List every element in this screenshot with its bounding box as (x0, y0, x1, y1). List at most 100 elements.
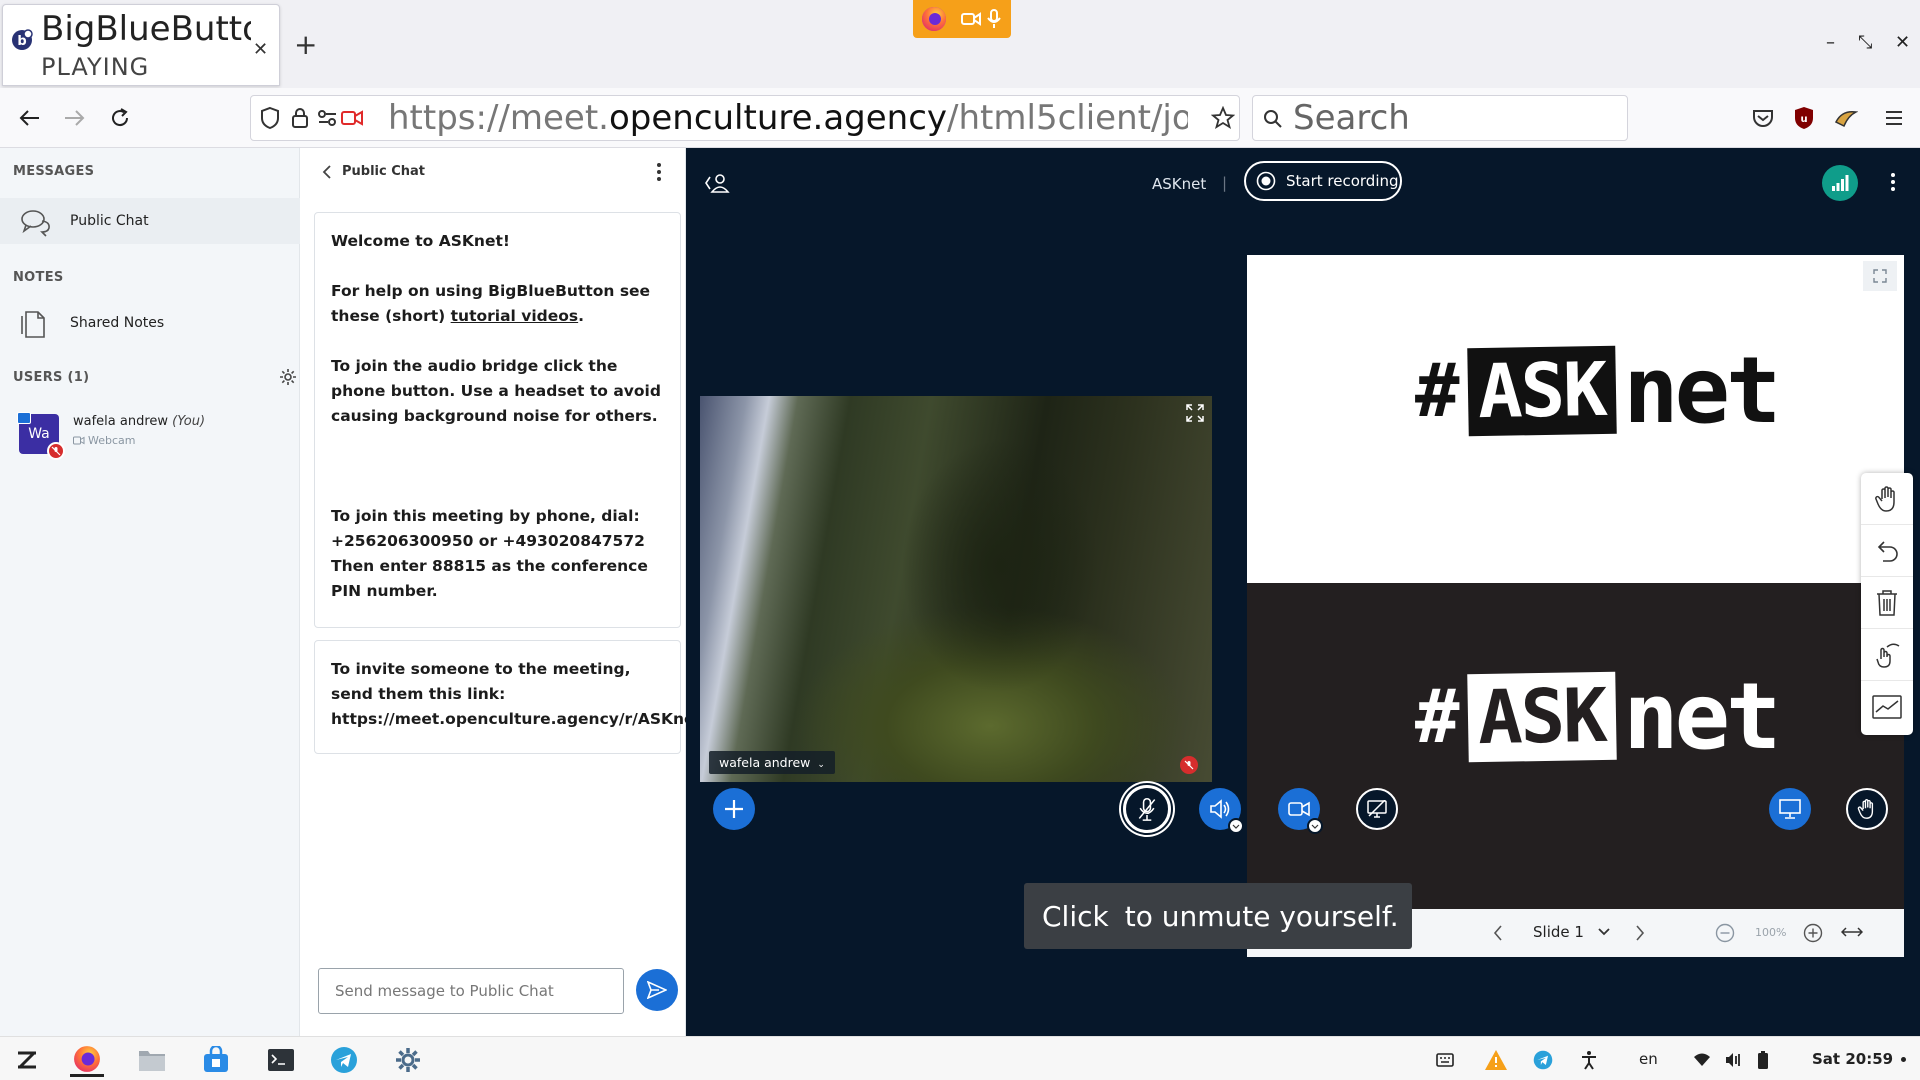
zorin-menu-icon[interactable] (10, 1043, 44, 1077)
next-slide-icon[interactable] (1635, 925, 1645, 941)
tutorial-videos-link[interactable]: tutorial videos (451, 307, 579, 325)
reload-icon[interactable] (108, 106, 132, 130)
options-kebab-icon[interactable] (1890, 172, 1896, 192)
header-separator: | (1222, 174, 1228, 192)
slide-fullscreen-icon[interactable] (1863, 261, 1897, 291)
media-sharing-indicator[interactable] (913, 0, 1011, 38)
restore-window-icon[interactable]: ⤡ (1858, 32, 1872, 53)
firefox-icon (921, 6, 947, 32)
webcam-video[interactable]: wafela andrew ⌄ (700, 396, 1212, 782)
input-language[interactable]: en (1639, 1050, 1658, 1068)
connection-status-button[interactable] (1822, 165, 1858, 201)
zoom-out-icon[interactable] (1715, 923, 1735, 943)
chevron-left-icon[interactable] (322, 164, 332, 179)
new-tab-icon[interactable]: + (294, 28, 317, 61)
slide-selector[interactable]: Slide 1 (1533, 923, 1610, 941)
undo-icon[interactable] (1861, 525, 1913, 577)
search-bar[interactable]: Search (1252, 95, 1628, 141)
battery-icon[interactable] (1746, 1043, 1780, 1077)
minimize-window-icon[interactable]: – (1826, 32, 1835, 53)
actions-plus-button[interactable] (713, 788, 755, 830)
chat-message-input[interactable]: Send message to Public Chat (318, 968, 624, 1014)
user-status-text: Webcam (88, 434, 136, 447)
address-bar[interactable]: https://meet.openculture.agency/html5cli… (250, 95, 1240, 141)
screen-share-button[interactable] (1356, 788, 1398, 830)
back-icon[interactable] (18, 106, 42, 130)
menu-hamburger-icon[interactable] (1884, 110, 1904, 126)
audio-options-icon[interactable] (1228, 818, 1244, 834)
firefox-taskbar-icon[interactable] (70, 1043, 104, 1077)
tab-title: BigBlueButton (41, 9, 251, 49)
forward-icon[interactable] (62, 106, 86, 130)
wifi-icon[interactable] (1685, 1043, 1719, 1077)
user-list-sidebar: MESSAGES Public Chat NOTES Shared Notes … (0, 148, 300, 1036)
unmute-tooltip: Click to unmute yourself. (1024, 883, 1412, 949)
telegram-icon[interactable] (327, 1043, 361, 1077)
tab-audio-status: PLAYING (41, 53, 150, 81)
close-window-icon[interactable]: ✕ (1895, 32, 1910, 53)
phone-line-3: Then enter 88815 as the conference PIN n… (331, 557, 648, 600)
chart-poll-icon[interactable] (1861, 681, 1913, 733)
sidebar-item-shared-notes[interactable]: Shared Notes (0, 300, 300, 346)
url-domain: openculture.agency (608, 98, 948, 138)
lock-icon[interactable] (291, 106, 309, 130)
keyboard-icon[interactable] (1428, 1043, 1462, 1077)
webcam-name-tag[interactable]: wafela andrew ⌄ (709, 751, 835, 774)
browser-tab[interactable]: b BigBlueButton PLAYING ✕ (2, 4, 280, 86)
pocket-icon[interactable] (1752, 108, 1774, 128)
invite-message: To invite someone to the meeting, send t… (314, 640, 702, 754)
warning-icon[interactable] (1479, 1043, 1513, 1077)
files-folder-icon[interactable] (135, 1043, 169, 1077)
clock[interactable]: Sat 20:59 (1812, 1050, 1907, 1068)
hand-tool-icon[interactable] (1861, 473, 1913, 525)
chevron-down-icon: ⌄ (817, 760, 825, 770)
welcome-post: ! (502, 232, 510, 250)
start-recording-button[interactable]: Start recording (1244, 161, 1402, 201)
muted-mic-badge-icon (47, 442, 65, 460)
extension-icon[interactable] (1834, 108, 1858, 128)
ublock-origin-icon[interactable]: u (1793, 106, 1815, 130)
notes-document-icon (20, 307, 48, 339)
send-message-button[interactable] (636, 969, 678, 1011)
url-text[interactable]: https://meet.openculture.agency/html5cli… (388, 98, 1188, 138)
previous-slide-icon[interactable] (1493, 925, 1503, 941)
user-settings-gear-icon[interactable] (279, 368, 297, 386)
tracking-protection-shield-icon[interactable] (259, 106, 281, 130)
video-fullscreen-icon[interactable] (1186, 404, 1204, 422)
invite-link[interactable]: https://meet.openculture.agency/r/ASKnet (331, 707, 702, 732)
bookmark-star-icon[interactable] (1211, 106, 1235, 130)
clock-text: Sat 20:59 (1812, 1050, 1894, 1068)
multi-user-pointer-icon[interactable] (1861, 629, 1913, 681)
presentation-area[interactable]: # ASK net # ASK net Slide 1 100% (1247, 255, 1904, 957)
settings-gear-icon[interactable] (391, 1043, 425, 1077)
accessibility-icon[interactable] (1572, 1043, 1606, 1077)
zoom-in-icon[interactable] (1803, 923, 1823, 943)
record-label: Start recording (1286, 172, 1399, 190)
raise-hand-icon (1857, 799, 1874, 819)
unmute-button[interactable] (1123, 785, 1171, 833)
chat-options-kebab-icon[interactable] (656, 162, 662, 182)
toggle-user-list-icon[interactable] (704, 172, 730, 194)
webcam-options-icon[interactable] (1307, 818, 1323, 834)
telegram-tray-icon[interactable] (1526, 1043, 1560, 1077)
meeting-stage: ASKnet | Start recording wafela andrew ⌄… (686, 148, 1920, 1036)
logo-ask-light: ASK (1466, 671, 1616, 762)
sidebar-item-public-chat[interactable]: Public Chat (0, 198, 300, 244)
bigbluebutton-favicon-icon: b (11, 29, 33, 51)
terminal-icon[interactable] (264, 1043, 298, 1077)
permissions-icon[interactable] (317, 109, 337, 127)
search-icon (1263, 109, 1283, 129)
raise-hand-button[interactable] (1846, 788, 1888, 830)
users-section-title: USERS (1) (13, 370, 90, 385)
public-chat-label: Public Chat (70, 213, 149, 229)
presentation-toggle-button[interactable] (1769, 788, 1811, 830)
software-store-icon[interactable] (199, 1043, 233, 1077)
camera-in-use-icon[interactable] (341, 109, 363, 127)
chat-header[interactable]: Public Chat (322, 164, 425, 179)
trash-icon[interactable] (1861, 577, 1913, 629)
user-list-item[interactable]: Wa wafela andrew (You) Webcam (0, 406, 300, 462)
tab-close-icon[interactable]: ✕ (253, 39, 268, 60)
fit-to-width-icon[interactable] (1841, 925, 1863, 939)
shared-notes-label: Shared Notes (70, 315, 165, 331)
notes-section-title: NOTES (13, 270, 64, 285)
